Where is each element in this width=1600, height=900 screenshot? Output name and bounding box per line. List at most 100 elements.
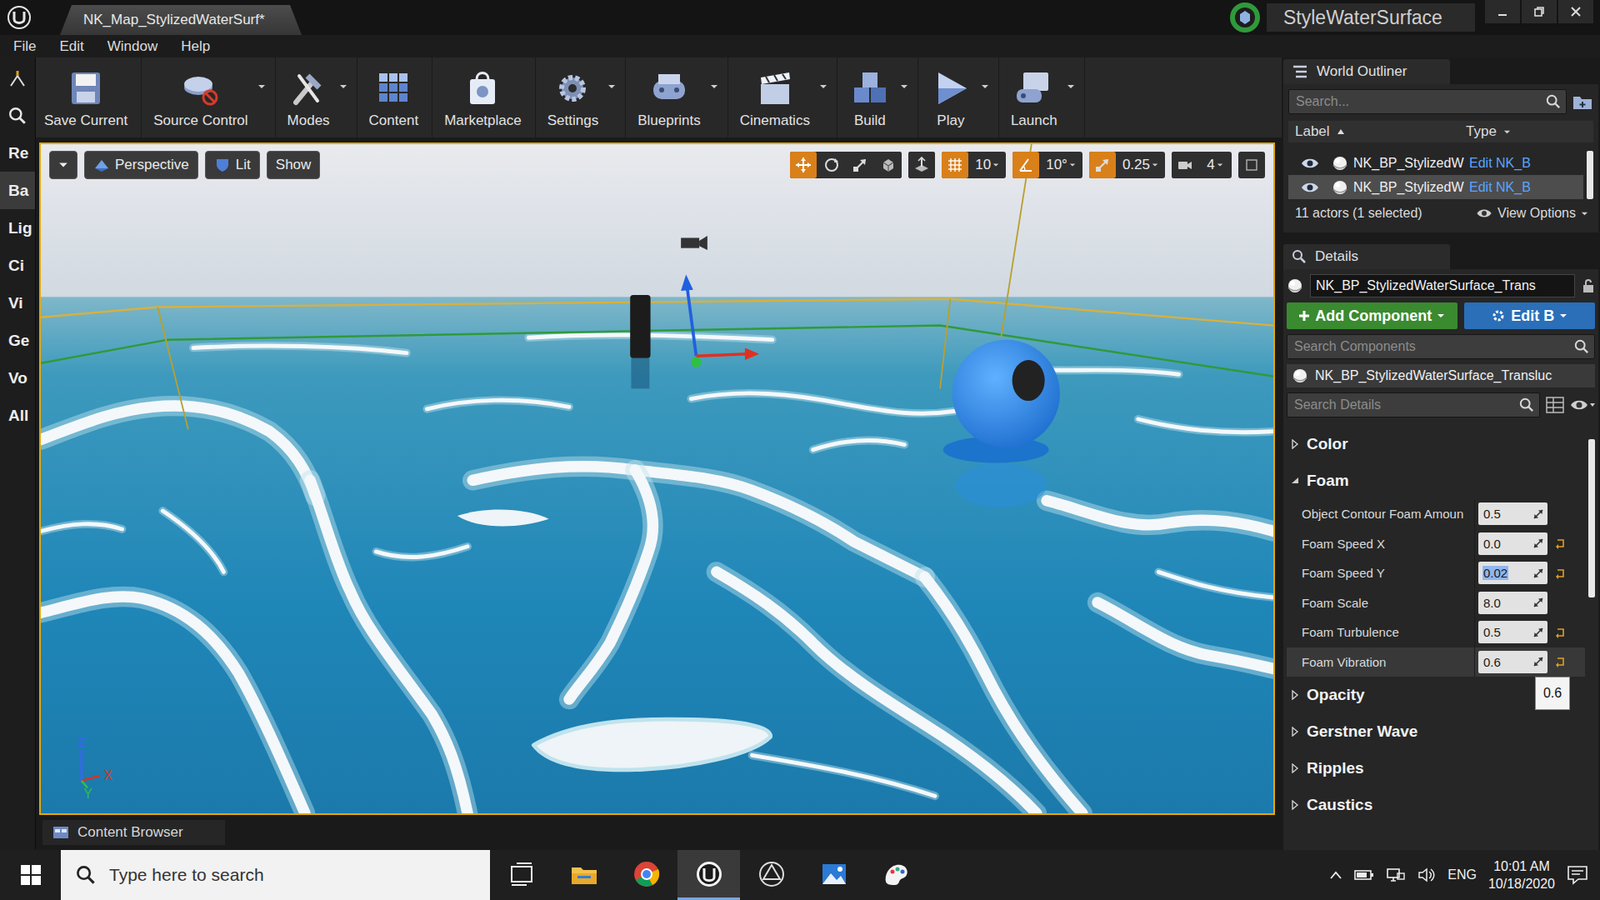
category-header[interactable]: Gerstner Wave bbox=[1286, 713, 1585, 750]
modes-category[interactable]: Vi bbox=[0, 284, 35, 322]
category-header[interactable]: Color bbox=[1286, 425, 1585, 463]
snap-value[interactable]: 0.25 bbox=[1115, 151, 1165, 179]
property-value-field[interactable]: 8.0 bbox=[1478, 591, 1548, 615]
clock[interactable]: 10:01 AM10/18/2020 bbox=[1488, 857, 1555, 893]
perspective-button[interactable]: Perspective bbox=[84, 150, 199, 180]
reset-to-default-icon[interactable] bbox=[1554, 655, 1566, 668]
translate-mode-button[interactable] bbox=[790, 151, 817, 179]
property-value-field[interactable]: 0.5 bbox=[1478, 502, 1548, 525]
outliner-row[interactable]: NK_BP_StylizedWEdit NK_B bbox=[1288, 150, 1584, 175]
menu-item[interactable]: File bbox=[1, 35, 48, 58]
spin-arrows-icon[interactable] bbox=[1532, 508, 1545, 520]
search-components[interactable]: Search Components bbox=[1286, 334, 1595, 360]
outliner-search[interactable]: Search... bbox=[1288, 89, 1567, 115]
unreal-icon[interactable] bbox=[695, 860, 724, 889]
taskview-icon[interactable] bbox=[507, 860, 536, 889]
property-value-field[interactable]: 0.5 bbox=[1478, 620, 1548, 644]
taskbar-app[interactable] bbox=[865, 850, 928, 900]
taskbar-app[interactable] bbox=[552, 850, 615, 900]
collapsed-arrow-icon[interactable] bbox=[1290, 800, 1300, 810]
modes-button[interactable]: Modes bbox=[280, 65, 337, 130]
component-row[interactable]: NK_BP_StylizedWaterSurface_Transluc bbox=[1286, 364, 1595, 388]
cinematics-button[interactable]: Cinematics bbox=[733, 65, 817, 130]
volume-icon[interactable] bbox=[1417, 866, 1436, 884]
level-viewport[interactable]: ZYXPerspectiveLitShow1010°0.254 bbox=[39, 142, 1275, 815]
play-button[interactable]: Play bbox=[923, 65, 979, 130]
modes-category[interactable]: Lig bbox=[0, 209, 35, 247]
input-language[interactable]: ENG bbox=[1447, 867, 1477, 883]
modes-category[interactable]: Ge bbox=[0, 321, 35, 360]
launch-button[interactable]: Launch bbox=[1004, 65, 1065, 130]
snap-value[interactable]: 4 bbox=[1198, 151, 1232, 179]
taskbar-app[interactable] bbox=[677, 850, 740, 900]
marketplace-button[interactable]: Marketplace bbox=[437, 65, 529, 130]
world-outliner-tab[interactable]: World Outliner bbox=[1283, 59, 1450, 85]
angle-snap-toggle[interactable] bbox=[1012, 151, 1040, 179]
content-browser-tab[interactable]: Content Browser bbox=[42, 820, 225, 845]
modes-category[interactable]: Ci bbox=[0, 246, 35, 285]
modes-category[interactable]: Re bbox=[0, 134, 35, 172]
collapsed-arrow-icon[interactable] bbox=[1290, 763, 1300, 774]
type-column[interactable]: Type bbox=[1459, 123, 1568, 140]
details-scroll-thumb[interactable] bbox=[1588, 439, 1595, 598]
spin-arrows-icon[interactable] bbox=[1532, 655, 1545, 668]
show-hidden-icons-icon[interactable] bbox=[1329, 870, 1343, 880]
chrome-icon[interactable] bbox=[632, 860, 661, 889]
collapsed-arrow-icon[interactable] bbox=[1290, 439, 1300, 450]
toolbar-dropdown[interactable] bbox=[978, 82, 992, 91]
rotate-mode-button[interactable] bbox=[818, 151, 845, 179]
spin-arrows-icon[interactable] bbox=[1532, 567, 1545, 580]
modes-category[interactable]: Ba bbox=[0, 171, 35, 210]
source-button[interactable]: Source Control bbox=[146, 65, 255, 130]
photos-icon[interactable] bbox=[820, 860, 849, 889]
search-details[interactable]: Search Details bbox=[1286, 392, 1540, 418]
notifications-icon[interactable] bbox=[1566, 865, 1589, 885]
level-tab[interactable]: NK_Map_StylizedWaterSurf* bbox=[60, 5, 302, 35]
space-mode-button[interactable] bbox=[875, 151, 902, 179]
toolbar-dropdown[interactable] bbox=[255, 82, 269, 91]
build-button[interactable]: Build bbox=[842, 65, 898, 130]
modes-category[interactable]: All bbox=[0, 396, 35, 435]
menu-item[interactable]: Window bbox=[95, 35, 170, 58]
visibility-eye-icon[interactable] bbox=[1300, 157, 1320, 170]
scale-snap-toggle[interactable] bbox=[1089, 151, 1116, 179]
view-options-button[interactable]: View Options bbox=[1475, 205, 1589, 221]
actor-name-field[interactable]: NK_BP_StylizedWaterSurface_Trans bbox=[1310, 274, 1575, 298]
taskbar-app[interactable] bbox=[802, 850, 865, 900]
property-matrix-icon[interactable] bbox=[1545, 395, 1565, 415]
content-button[interactable]: Content bbox=[362, 65, 426, 130]
visibility-eye-icon[interactable] bbox=[1300, 181, 1320, 194]
spin-arrows-icon[interactable] bbox=[1532, 537, 1545, 550]
property-value-field[interactable]: 0.02 bbox=[1478, 561, 1548, 585]
category-header[interactable]: Foam bbox=[1286, 462, 1585, 500]
taskbar-app[interactable] bbox=[615, 850, 678, 900]
scale-mode-button[interactable] bbox=[846, 151, 874, 179]
menu-item[interactable]: Edit bbox=[47, 35, 95, 58]
reset-to-default-icon[interactable] bbox=[1554, 626, 1566, 639]
paint-icon[interactable] bbox=[882, 860, 911, 889]
taskbar-app[interactable] bbox=[490, 850, 553, 900]
collapsed-arrow-icon[interactable] bbox=[1290, 726, 1300, 737]
network-icon[interactable] bbox=[1385, 866, 1406, 884]
toolbar-dropdown[interactable] bbox=[707, 82, 721, 91]
camera-snap-toggle[interactable] bbox=[1171, 151, 1199, 179]
add-folder-icon[interactable] bbox=[1571, 92, 1594, 111]
reset-to-default-icon[interactable] bbox=[1554, 537, 1566, 550]
explorer-icon[interactable] bbox=[570, 860, 599, 889]
show-button[interactable]: Show bbox=[266, 150, 321, 180]
lock-icon[interactable] bbox=[1581, 278, 1595, 294]
transform-gizmo[interactable] bbox=[680, 274, 760, 367]
start-button[interactable] bbox=[0, 850, 61, 900]
visibility-options-icon[interactable] bbox=[1570, 398, 1595, 412]
toolbar-dropdown[interactable] bbox=[1064, 82, 1078, 91]
viewport-menu-button[interactable] bbox=[49, 150, 78, 180]
spin-arrows-icon[interactable] bbox=[1532, 596, 1545, 609]
toolbar-dropdown[interactable] bbox=[897, 82, 911, 91]
snap-value[interactable]: 10° bbox=[1039, 151, 1083, 179]
grid-snap-toggle[interactable] bbox=[941, 151, 969, 179]
blueprints-button[interactable]: Blueprints bbox=[630, 65, 708, 130]
taskbar-search[interactable]: Type here to search bbox=[60, 850, 490, 900]
edit-blueprint-button[interactable]: Edit B bbox=[1464, 302, 1595, 330]
maximize-button[interactable] bbox=[1521, 0, 1557, 24]
maximize-viewport-button[interactable] bbox=[1238, 151, 1265, 179]
